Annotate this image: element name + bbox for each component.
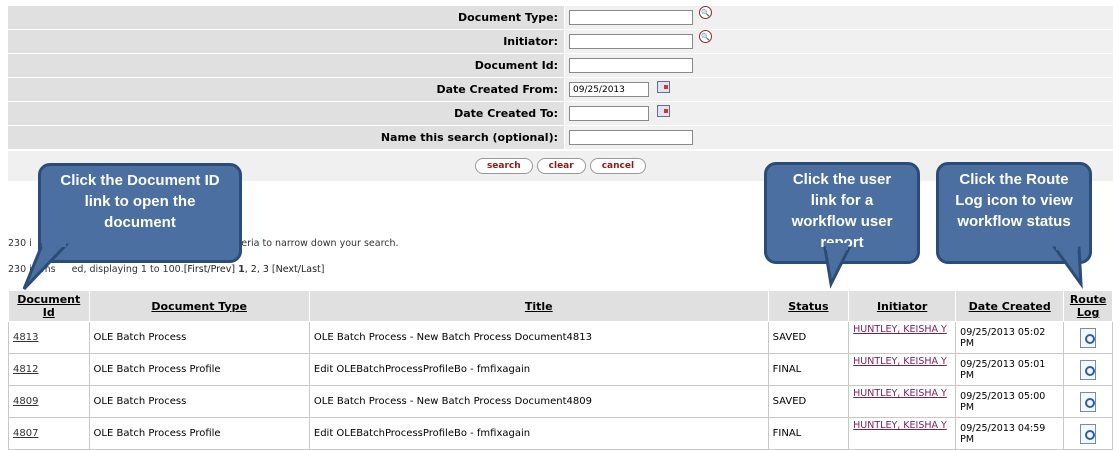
date-created-to-input[interactable] xyxy=(569,106,649,121)
field-label: Date Created From: xyxy=(8,78,565,101)
title-cell: Edit OLEBatchProcessProfileBo - fmfixaga… xyxy=(308,353,769,386)
title-cell: Edit OLEBatchProcessProfileBo - fmfixaga… xyxy=(308,417,769,450)
status-cell: SAVED xyxy=(767,321,850,354)
document-type-input[interactable] xyxy=(569,10,693,25)
page-2-link[interactable]: 2 xyxy=(251,264,257,275)
date-created-cell: 09/25/2013 05:01 PM xyxy=(955,353,1065,386)
document-id-link[interactable]: 4812 xyxy=(8,353,90,386)
date-created-from-input[interactable]: 09/25/2013 xyxy=(569,82,649,97)
title-cell: OLE Batch Process - New Batch Process Do… xyxy=(308,321,769,354)
status-cell: FINAL xyxy=(767,353,850,386)
callout-pointer xyxy=(823,243,852,289)
results-table: Document Id Document Type Title Status I… xyxy=(8,290,1113,450)
route-log-cell xyxy=(1063,321,1113,354)
field-row-search-name: Name this search (optional): xyxy=(8,126,1113,150)
calendar-icon[interactable] xyxy=(657,80,670,93)
table-row: 4809 OLE Batch Process OLE Batch Process… xyxy=(8,385,1113,418)
table-row: 4807 OLE Batch Process Profile Edit OLEB… xyxy=(8,417,1113,450)
field-label: Document Id: xyxy=(8,54,565,77)
cancel-button[interactable]: cancel xyxy=(589,158,647,174)
document-type-cell: OLE Batch Process Profile xyxy=(88,417,310,450)
field-label: Date Created To: xyxy=(8,102,565,125)
search-name-input[interactable] xyxy=(569,130,693,145)
route-log-icon[interactable] xyxy=(1080,327,1097,348)
initiator-link[interactable]: HUNTLEY, KEISHA Y xyxy=(848,321,957,354)
field-label: Document Type: xyxy=(8,6,565,29)
lookup-icon[interactable]: 🔍 xyxy=(699,30,712,43)
field-row-initiator: Initiator: 🔍 xyxy=(8,30,1113,54)
document-id-link[interactable]: 4813 xyxy=(8,321,90,354)
field-row-document-type: Document Type: 🔍 xyxy=(8,6,1113,30)
next-last-link[interactable]: Next/Last xyxy=(276,264,321,275)
table-row: 4812 OLE Batch Process Profile Edit OLEB… xyxy=(8,353,1113,386)
status-cell: FINAL xyxy=(767,417,850,450)
callout-pointer xyxy=(1052,243,1083,290)
field-row-date-to: Date Created To: xyxy=(8,102,1113,126)
route-log-cell xyxy=(1063,385,1113,418)
lookup-icon[interactable]: 🔍 xyxy=(699,6,712,19)
table-row: 4813 OLE Batch Process OLE Batch Process… xyxy=(8,321,1113,354)
first-prev-link[interactable]: [First/Prev] xyxy=(184,264,235,275)
col-header-title[interactable]: Title xyxy=(308,290,769,322)
route-log-icon[interactable] xyxy=(1080,359,1097,380)
document-type-cell: OLE Batch Process xyxy=(88,385,310,418)
initiator-link[interactable]: HUNTLEY, KEISHA Y xyxy=(848,353,957,386)
initiator-input[interactable] xyxy=(569,34,693,49)
date-created-cell: 09/25/2013 04:59 PM xyxy=(955,417,1065,450)
date-created-cell: 09/25/2013 05:00 PM xyxy=(955,385,1065,418)
clear-button[interactable]: clear xyxy=(536,158,586,174)
page-3-link[interactable]: 3 xyxy=(263,264,269,275)
field-label: Initiator: xyxy=(8,30,565,53)
search-form: Document Type: 🔍 Initiator: 🔍 Document I… xyxy=(8,6,1113,181)
document-id-input[interactable] xyxy=(569,58,693,73)
callout-pointer xyxy=(22,241,70,291)
field-label: Name this search (optional): xyxy=(8,126,565,149)
initiator-link[interactable]: HUNTLEY, KEISHA Y xyxy=(848,417,957,450)
date-created-cell: 09/25/2013 05:02 PM xyxy=(955,321,1065,354)
col-header-date-created[interactable]: Date Created xyxy=(955,290,1065,322)
route-log-icon[interactable] xyxy=(1080,423,1097,444)
document-id-link[interactable]: 4809 xyxy=(8,385,90,418)
route-log-cell xyxy=(1063,417,1113,450)
title-cell: OLE Batch Process - New Batch Process Do… xyxy=(308,385,769,418)
page-1: 1 xyxy=(238,264,245,275)
document-type-cell: OLE Batch Process Profile xyxy=(88,353,310,386)
document-type-cell: OLE Batch Process xyxy=(88,321,310,354)
calendar-icon[interactable] xyxy=(657,104,670,117)
route-log-icon[interactable] xyxy=(1080,391,1097,412)
status-cell: SAVED xyxy=(767,385,850,418)
search-button[interactable]: search xyxy=(474,158,533,174)
field-row-date-from: Date Created From: 09/25/2013 xyxy=(8,78,1113,102)
table-header-row: Document Id Document Type Title Status I… xyxy=(8,290,1113,322)
document-id-link[interactable]: 4807 xyxy=(8,417,90,450)
col-header-document-type[interactable]: Document Type xyxy=(88,290,310,322)
route-log-cell xyxy=(1063,353,1113,386)
field-row-document-id: Document Id: xyxy=(8,54,1113,78)
initiator-link[interactable]: HUNTLEY, KEISHA Y xyxy=(848,385,957,418)
